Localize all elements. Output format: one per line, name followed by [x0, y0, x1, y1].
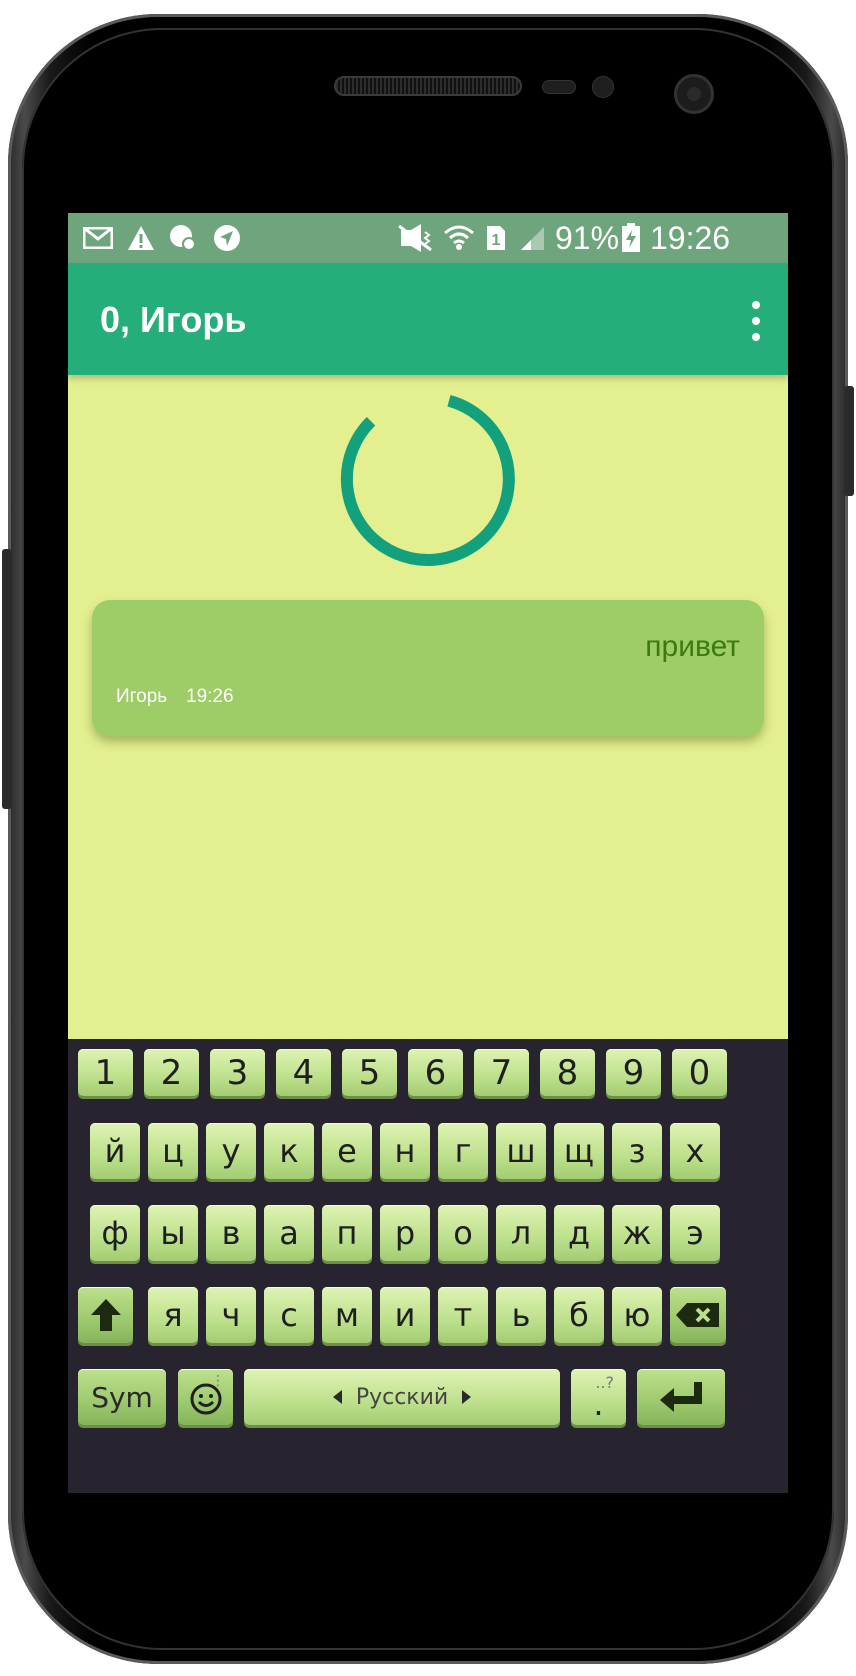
key-letter[interactable]: о: [438, 1205, 488, 1261]
earpiece-speaker: [334, 76, 522, 96]
wifi-icon: [442, 225, 476, 251]
backspace-button[interactable]: [670, 1287, 726, 1343]
key-letter[interactable]: д: [554, 1205, 604, 1261]
key-letter[interactable]: г: [438, 1123, 488, 1179]
key-7[interactable]: 7: [474, 1049, 529, 1096]
signal-icon: [518, 225, 546, 251]
shift-arrow-icon: [90, 1299, 121, 1331]
key-letter[interactable]: ш: [496, 1123, 546, 1179]
key-0[interactable]: 0: [672, 1049, 727, 1096]
key-1[interactable]: 1: [78, 1049, 133, 1096]
message-bubble[interactable]: привет Игорь 19:26: [92, 600, 764, 736]
key-letter[interactable]: е: [322, 1123, 372, 1179]
key-letter[interactable]: и: [380, 1287, 430, 1343]
key-letter[interactable]: в: [206, 1205, 256, 1261]
key-letter[interactable]: ь: [496, 1287, 546, 1343]
key-letter[interactable]: ц: [148, 1123, 198, 1179]
key-8[interactable]: 8: [540, 1049, 595, 1096]
chevron-left-icon: [332, 1390, 342, 1404]
more-vert-icon[interactable]: [746, 301, 766, 341]
key-4[interactable]: 4: [276, 1049, 331, 1096]
sym-button[interactable]: Sym: [78, 1369, 166, 1425]
key-letter[interactable]: ж: [612, 1205, 662, 1261]
light-sensor: [592, 76, 614, 98]
progress-spinner: [340, 394, 515, 566]
space-bar[interactable]: Русский: [244, 1369, 560, 1425]
key-letter[interactable]: з: [612, 1123, 662, 1179]
key-letter[interactable]: ч: [206, 1287, 256, 1343]
key-letter[interactable]: м: [322, 1287, 372, 1343]
sim-icon: 1: [484, 225, 508, 251]
key-letter[interactable]: р: [380, 1205, 430, 1261]
page-title: 0, Игорь: [100, 299, 247, 340]
key-2[interactable]: 2: [144, 1049, 199, 1096]
period-hint: ..?: [595, 1373, 614, 1392]
backspace-icon: [676, 1303, 719, 1327]
key-letter[interactable]: х: [670, 1123, 720, 1179]
screen: 1 91% 19:26 0, Игорь привет Игорь 19:26 …: [68, 213, 788, 1493]
period-button[interactable]: ..? .: [571, 1369, 626, 1425]
key-letter[interactable]: т: [438, 1287, 488, 1343]
key-letter[interactable]: п: [322, 1205, 372, 1261]
key-letter[interactable]: ф: [90, 1205, 140, 1261]
key-6[interactable]: 6: [408, 1049, 463, 1096]
key-letter[interactable]: щ: [554, 1123, 604, 1179]
navigation-icon: [212, 225, 242, 251]
key-letter[interactable]: н: [380, 1123, 430, 1179]
message-author: Игорь: [116, 686, 168, 707]
keyboard: 1 2 3 4 5 6 7 8 9 0 й ц у к е н г ш щ з …: [68, 1039, 788, 1493]
key-letter[interactable]: к: [264, 1123, 314, 1179]
power-button: [844, 386, 854, 496]
battery-percent: 91%: [555, 220, 620, 256]
message-time: 19:26: [186, 686, 234, 707]
mail-icon: [82, 225, 114, 251]
status-bar: 1 91% 19:26: [68, 213, 788, 263]
key-letter[interactable]: с: [264, 1287, 314, 1343]
battery-charging-icon: [620, 223, 642, 252]
svg-text:1: 1: [492, 232, 501, 249]
key-letter[interactable]: у: [206, 1123, 256, 1179]
mute-icon: [396, 224, 436, 252]
front-camera: [674, 74, 714, 114]
enter-button[interactable]: [637, 1369, 725, 1425]
key-letter[interactable]: л: [496, 1205, 546, 1261]
volume-button: [2, 549, 12, 809]
key-3[interactable]: 3: [210, 1049, 265, 1096]
key-letter[interactable]: б: [554, 1287, 604, 1343]
key-9[interactable]: 9: [606, 1049, 661, 1096]
key-letter[interactable]: я: [148, 1287, 198, 1343]
key-letter[interactable]: ы: [148, 1205, 198, 1261]
key-letter[interactable]: й: [90, 1123, 140, 1179]
chat-bubble-icon: [168, 225, 198, 251]
message-text: привет: [645, 630, 740, 663]
warning-icon: [126, 225, 156, 251]
key-5[interactable]: 5: [342, 1049, 397, 1096]
chevron-right-icon: [462, 1390, 472, 1404]
emoji-button[interactable]: ⋮: [178, 1369, 233, 1425]
app-bar: 0, Игорь: [68, 263, 788, 375]
language-label: Русский: [355, 1384, 449, 1410]
key-letter[interactable]: а: [264, 1205, 314, 1261]
status-time: 19:26: [650, 220, 731, 256]
enter-icon: [660, 1382, 702, 1412]
key-letter[interactable]: ю: [612, 1287, 662, 1343]
shift-button[interactable]: [78, 1287, 133, 1343]
proximity-sensor: [542, 80, 576, 94]
key-letter[interactable]: э: [670, 1205, 720, 1261]
